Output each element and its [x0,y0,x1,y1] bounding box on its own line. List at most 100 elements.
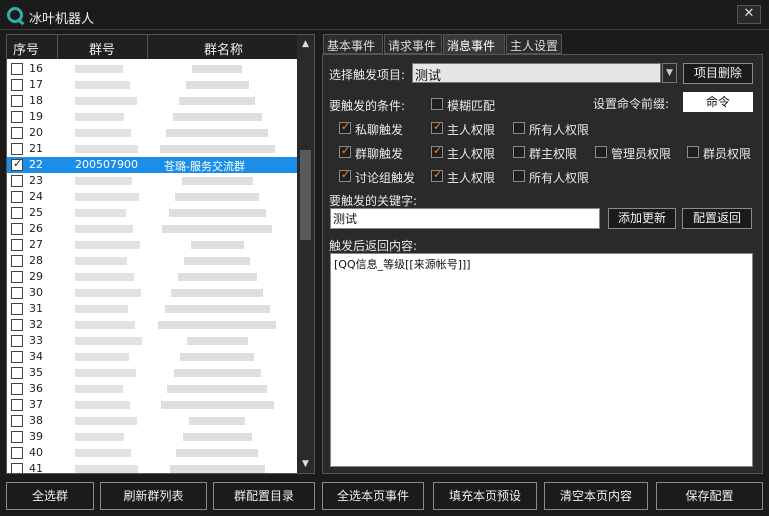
row-checkbox[interactable] [11,271,23,283]
permission-checkbox-box[interactable] [513,170,525,182]
fuzzy-match-checkbox[interactable]: 模糊匹配 [431,96,511,113]
table-row[interactable]: 26 [7,221,297,237]
permission-checkbox-box[interactable] [595,146,607,158]
row-checkbox[interactable] [11,175,23,187]
delete-item-button[interactable]: 项目删除 [683,63,753,84]
table-row[interactable]: 41 [7,461,297,473]
table-row[interactable]: 40 [7,445,297,461]
column-header-index[interactable]: 序号 [13,39,39,58]
table-row[interactable]: 27 [7,237,297,253]
reply-content-textarea[interactable]: [QQ信息_等级[[来源帐号]]] [330,253,753,467]
redacted-group-id [75,369,136,377]
tab-request-events[interactable]: 请求事件 [384,34,442,54]
save-config-button[interactable]: 保存配置 [656,482,763,510]
tab-basic-events[interactable]: 基本事件 [323,34,383,54]
redacted-group-name [190,241,244,249]
permission-checkbox-box[interactable] [513,146,525,158]
table-row[interactable]: 21 [7,141,297,157]
table-row[interactable]: 32 [7,317,297,333]
condition-label: 要触发的条件: [329,99,406,113]
row-checkbox[interactable] [11,303,23,315]
table-row[interactable]: 37 [7,397,297,413]
redacted-group-name [166,129,268,137]
row-checkbox[interactable] [11,431,23,443]
row-checkbox[interactable] [11,351,23,363]
row-checkbox[interactable] [11,111,23,123]
table-row[interactable]: 17 [7,77,297,93]
table-row[interactable]: 22 200507900 苍璐-服务交流群 [7,157,297,173]
trigger-select[interactable]: 测试 [412,63,661,84]
row-checkbox[interactable] [11,157,23,171]
row-checkbox[interactable] [11,255,23,267]
table-row[interactable]: 20 [7,125,297,141]
table-row[interactable]: 39 [7,429,297,445]
row-checkbox[interactable] [11,223,23,235]
table-row[interactable]: 36 [7,381,297,397]
row-checkbox[interactable] [11,447,23,459]
table-row[interactable]: 31 [7,301,297,317]
add-update-button[interactable]: 添加更新 [608,208,676,229]
scroll-up-icon[interactable]: ▲ [299,37,312,51]
table-row[interactable]: 18 [7,93,297,109]
list-scrollbar[interactable]: ▲ ▼ [297,35,314,473]
chevron-down-icon[interactable]: ▼ [662,63,677,83]
table-row[interactable]: 38 [7,413,297,429]
table-row[interactable]: 16 [7,61,297,77]
clear-page-button[interactable]: 清空本页内容 [544,482,648,510]
refresh-groups-button[interactable]: 刷新群列表 [100,482,207,510]
table-row[interactable]: 34 [7,349,297,365]
row-checkbox[interactable] [11,239,23,251]
select-all-groups-button[interactable]: 全选群 [6,482,94,510]
permission-checkbox-box[interactable] [513,122,525,134]
scroll-down-icon[interactable]: ▼ [299,457,312,471]
row-checkbox[interactable] [11,127,23,139]
table-row[interactable]: 29 [7,269,297,285]
row-checkbox[interactable] [11,95,23,107]
table-row[interactable]: 28 [7,253,297,269]
row-checkbox[interactable] [11,415,23,427]
row-checkbox[interactable] [11,143,23,155]
table-row[interactable]: 23 [7,173,297,189]
tab-message-events[interactable]: 消息事件 [443,34,505,54]
permission-checkbox-text: 主人权限 [447,171,496,185]
row-checkbox[interactable] [11,63,23,75]
command-prefix-input[interactable]: 命令 [683,92,753,112]
row-checkbox[interactable] [11,319,23,331]
row-index: 27 [29,238,43,251]
row-checkbox[interactable] [11,367,23,379]
trigger-checkbox-box[interactable] [339,120,351,134]
row-checkbox[interactable] [11,191,23,203]
table-row[interactable]: 19 [7,109,297,125]
column-header-group-name[interactable]: 群名称 [204,39,243,58]
fuzzy-box[interactable] [431,98,443,110]
row-checkbox[interactable] [11,383,23,395]
group-config-dir-button[interactable]: 群配置目录 [213,482,315,510]
close-button[interactable]: ✕ [737,5,761,24]
scroll-thumb[interactable] [300,150,311,240]
row-checkbox[interactable] [11,399,23,411]
trigger-checkbox-box[interactable] [339,168,351,182]
config-reset-button[interactable]: 配置返回 [682,208,752,229]
table-row[interactable]: 30 [7,285,297,301]
table-row[interactable]: 33 [7,333,297,349]
permission-checkbox-box[interactable] [431,144,443,158]
permission-checkbox-box[interactable] [687,146,699,158]
row-checkbox[interactable] [11,287,23,299]
tab-owner-settings[interactable]: 主人设置 [506,34,562,54]
table-row[interactable]: 25 [7,205,297,221]
trigger-checkbox-box[interactable] [339,144,351,158]
row-checkbox[interactable] [11,79,23,91]
fill-presets-button[interactable]: 填充本页预设 [433,482,537,510]
permission-checkbox-box[interactable] [431,120,443,134]
table-row[interactable]: 35 [7,365,297,381]
row-checkbox[interactable] [11,335,23,347]
column-header-group-id[interactable]: 群号 [89,39,115,58]
permission-checkbox-text: 群主权限 [529,147,578,161]
table-row[interactable]: 24 [7,189,297,205]
select-all-events-button[interactable]: 全选本页事件 [322,482,424,510]
permission-checkbox-box[interactable] [431,168,443,182]
redacted-group-name [181,177,253,185]
keyword-input[interactable]: 测试 [330,208,600,229]
row-checkbox[interactable] [11,207,23,219]
row-checkbox[interactable] [11,463,23,473]
